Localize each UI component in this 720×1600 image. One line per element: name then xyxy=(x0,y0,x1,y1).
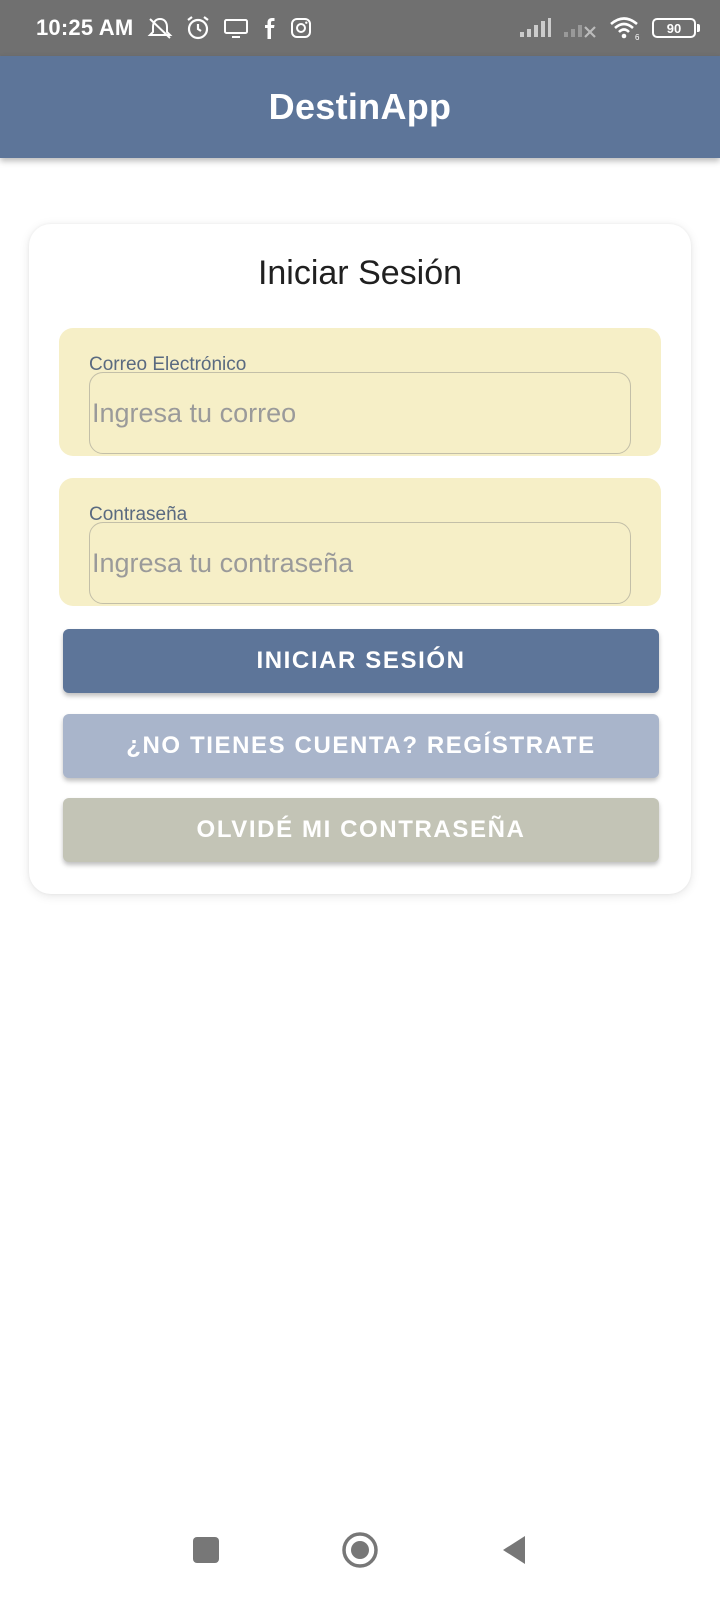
nav-bar xyxy=(0,1500,720,1600)
login-card: Iniciar Sesión Correo Electrónico Ingres… xyxy=(29,224,691,894)
recents-square-icon[interactable] xyxy=(182,1526,230,1574)
password-input[interactable]: Ingresa tu contraseña xyxy=(89,522,631,604)
battery-icon: 90 xyxy=(652,18,700,38)
status-time: 10:25 AM xyxy=(36,15,134,40)
status-right: 6 90 xyxy=(518,15,700,41)
instagram-icon xyxy=(289,16,313,40)
wifi-icon: 6 xyxy=(608,15,642,41)
mute-icon xyxy=(147,16,173,40)
forgot-password-button[interactable]: OLVIDÉ MI CONTRASEÑA xyxy=(63,798,659,862)
back-triangle-icon[interactable] xyxy=(490,1526,538,1574)
screen: 10:25 AM 6 90 DestinApp Iniciar Sesión C… xyxy=(0,0,720,1600)
status-bar: 10:25 AM 6 90 xyxy=(0,0,720,56)
battery-tip xyxy=(697,24,700,32)
app-bar: DestinApp xyxy=(0,56,720,158)
signal-no-service-icon xyxy=(562,17,598,39)
home-circle-icon[interactable] xyxy=(336,1526,384,1574)
password-field-container: Contraseña Ingresa tu contraseña xyxy=(59,478,661,606)
signal-icon xyxy=(518,17,552,39)
status-left: 10:25 AM xyxy=(36,15,313,41)
screen-icon xyxy=(223,17,249,39)
login-title: Iniciar Sesión xyxy=(257,254,463,292)
email-field-container: Correo Electrónico Ingresa tu correo xyxy=(59,328,661,456)
alarm-icon xyxy=(185,15,211,41)
app-title: DestinApp xyxy=(268,86,452,127)
notification-icons xyxy=(147,15,313,41)
login-button[interactable]: INICIAR SESIÓN xyxy=(63,629,659,693)
register-button[interactable]: ¿NO TIENES CUENTA? REGÍSTRATE xyxy=(63,714,659,778)
battery-level: 90 xyxy=(652,18,696,38)
svg-text:6: 6 xyxy=(635,33,640,41)
facebook-icon xyxy=(261,16,277,40)
email-input[interactable]: Ingresa tu correo xyxy=(89,372,631,454)
